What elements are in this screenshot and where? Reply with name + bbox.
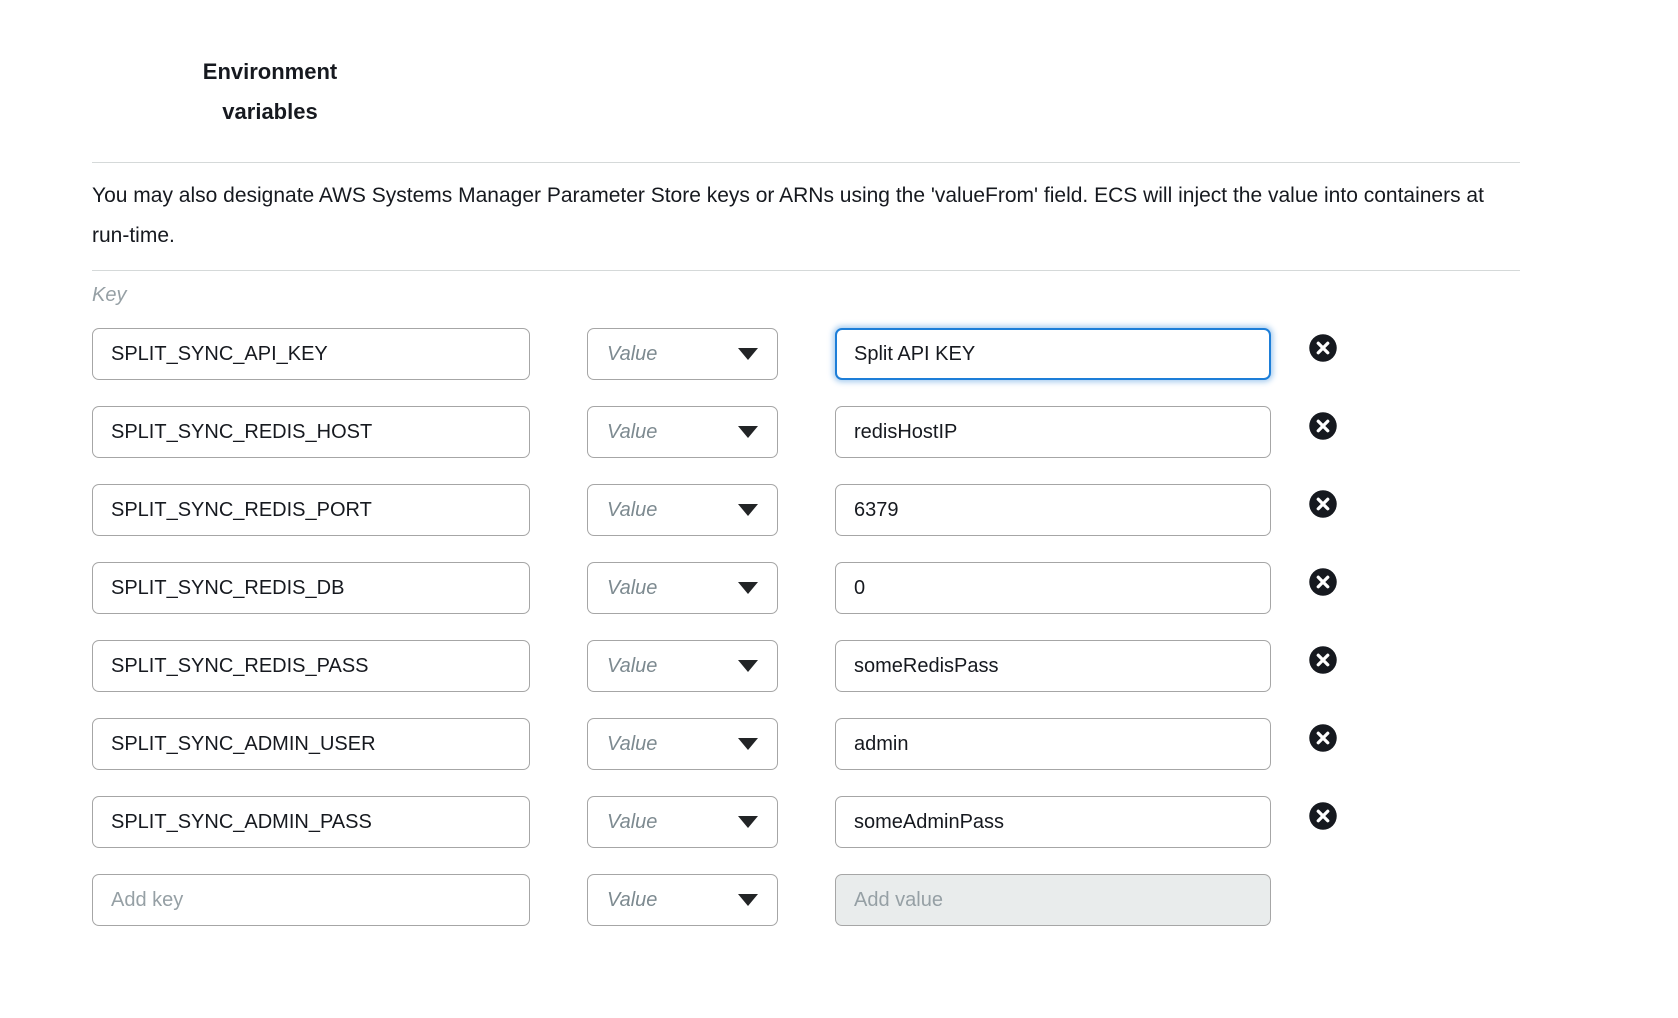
env-var-row: Value — [92, 718, 1520, 770]
value-type-selected: Value — [607, 811, 657, 834]
section-description: You may also designate AWS Systems Manag… — [92, 163, 1520, 270]
value-type-select[interactable]: Value — [587, 484, 778, 536]
remove-row-button[interactable] — [1308, 411, 1338, 441]
value-type-select[interactable]: Value — [587, 562, 778, 614]
env-var-row: Value — [92, 640, 1520, 692]
value-type-select[interactable]: Value — [587, 406, 778, 458]
env-value-input[interactable] — [835, 484, 1271, 536]
chevron-down-icon — [738, 738, 758, 750]
env-value-input[interactable] — [835, 406, 1271, 458]
add-env-var-row: Value — [92, 874, 1520, 926]
env-var-row: Value — [92, 484, 1520, 536]
env-key-input[interactable] — [92, 328, 530, 380]
environment-variables-section: Environment variables You may also desig… — [0, 0, 1678, 992]
env-key-input[interactable] — [92, 718, 530, 770]
value-type-select[interactable]: Value — [587, 640, 778, 692]
add-key-input[interactable] — [92, 874, 530, 926]
value-type-selected: Value — [607, 499, 657, 522]
env-var-row: Value — [92, 796, 1520, 848]
remove-row-button[interactable] — [1308, 801, 1338, 831]
remove-circle-icon — [1308, 645, 1338, 675]
value-type-select[interactable]: Value — [587, 796, 778, 848]
divider — [92, 270, 1520, 271]
remove-row-button[interactable] — [1308, 333, 1338, 363]
env-key-input[interactable] — [92, 484, 530, 536]
section-title: Environment variables — [185, 52, 355, 132]
remove-row-button[interactable] — [1308, 489, 1338, 519]
add-value-input[interactable] — [835, 874, 1271, 926]
env-key-input[interactable] — [92, 562, 530, 614]
remove-row-button[interactable] — [1308, 645, 1338, 675]
remove-circle-icon — [1308, 801, 1338, 831]
chevron-down-icon — [738, 426, 758, 438]
chevron-down-icon — [738, 504, 758, 516]
section-title-line1: Environment — [185, 52, 355, 92]
remove-row-button[interactable] — [1308, 567, 1338, 597]
chevron-down-icon — [738, 660, 758, 672]
env-value-input[interactable] — [835, 640, 1271, 692]
chevron-down-icon — [738, 348, 758, 360]
chevron-down-icon — [738, 816, 758, 828]
value-type-selected: Value — [607, 343, 657, 366]
env-var-row: Value — [92, 562, 1520, 614]
value-type-selected: Value — [607, 889, 657, 912]
value-type-selected: Value — [607, 733, 657, 756]
env-key-input[interactable] — [92, 640, 530, 692]
env-value-input[interactable] — [835, 562, 1271, 614]
key-column-header: Key — [92, 284, 1520, 307]
env-var-row: Value — [92, 328, 1520, 380]
remove-circle-icon — [1308, 333, 1338, 363]
env-key-input[interactable] — [92, 796, 530, 848]
env-var-row: Value — [92, 406, 1520, 458]
chevron-down-icon — [738, 582, 758, 594]
env-value-input[interactable] — [835, 718, 1271, 770]
env-value-input[interactable] — [835, 328, 1271, 380]
remove-circle-icon — [1308, 567, 1338, 597]
value-type-selected: Value — [607, 655, 657, 678]
remove-circle-icon — [1308, 411, 1338, 441]
env-value-input[interactable] — [835, 796, 1271, 848]
chevron-down-icon — [738, 894, 758, 906]
value-type-selected: Value — [607, 577, 657, 600]
remove-circle-icon — [1308, 489, 1338, 519]
remove-circle-icon — [1308, 723, 1338, 753]
value-type-selected: Value — [607, 421, 657, 444]
value-type-select[interactable]: Value — [587, 328, 778, 380]
section-title-line2: variables — [185, 92, 355, 132]
env-key-input[interactable] — [92, 406, 530, 458]
value-type-select[interactable]: Value — [587, 718, 778, 770]
remove-row-button[interactable] — [1308, 723, 1338, 753]
value-type-select[interactable]: Value — [587, 874, 778, 926]
